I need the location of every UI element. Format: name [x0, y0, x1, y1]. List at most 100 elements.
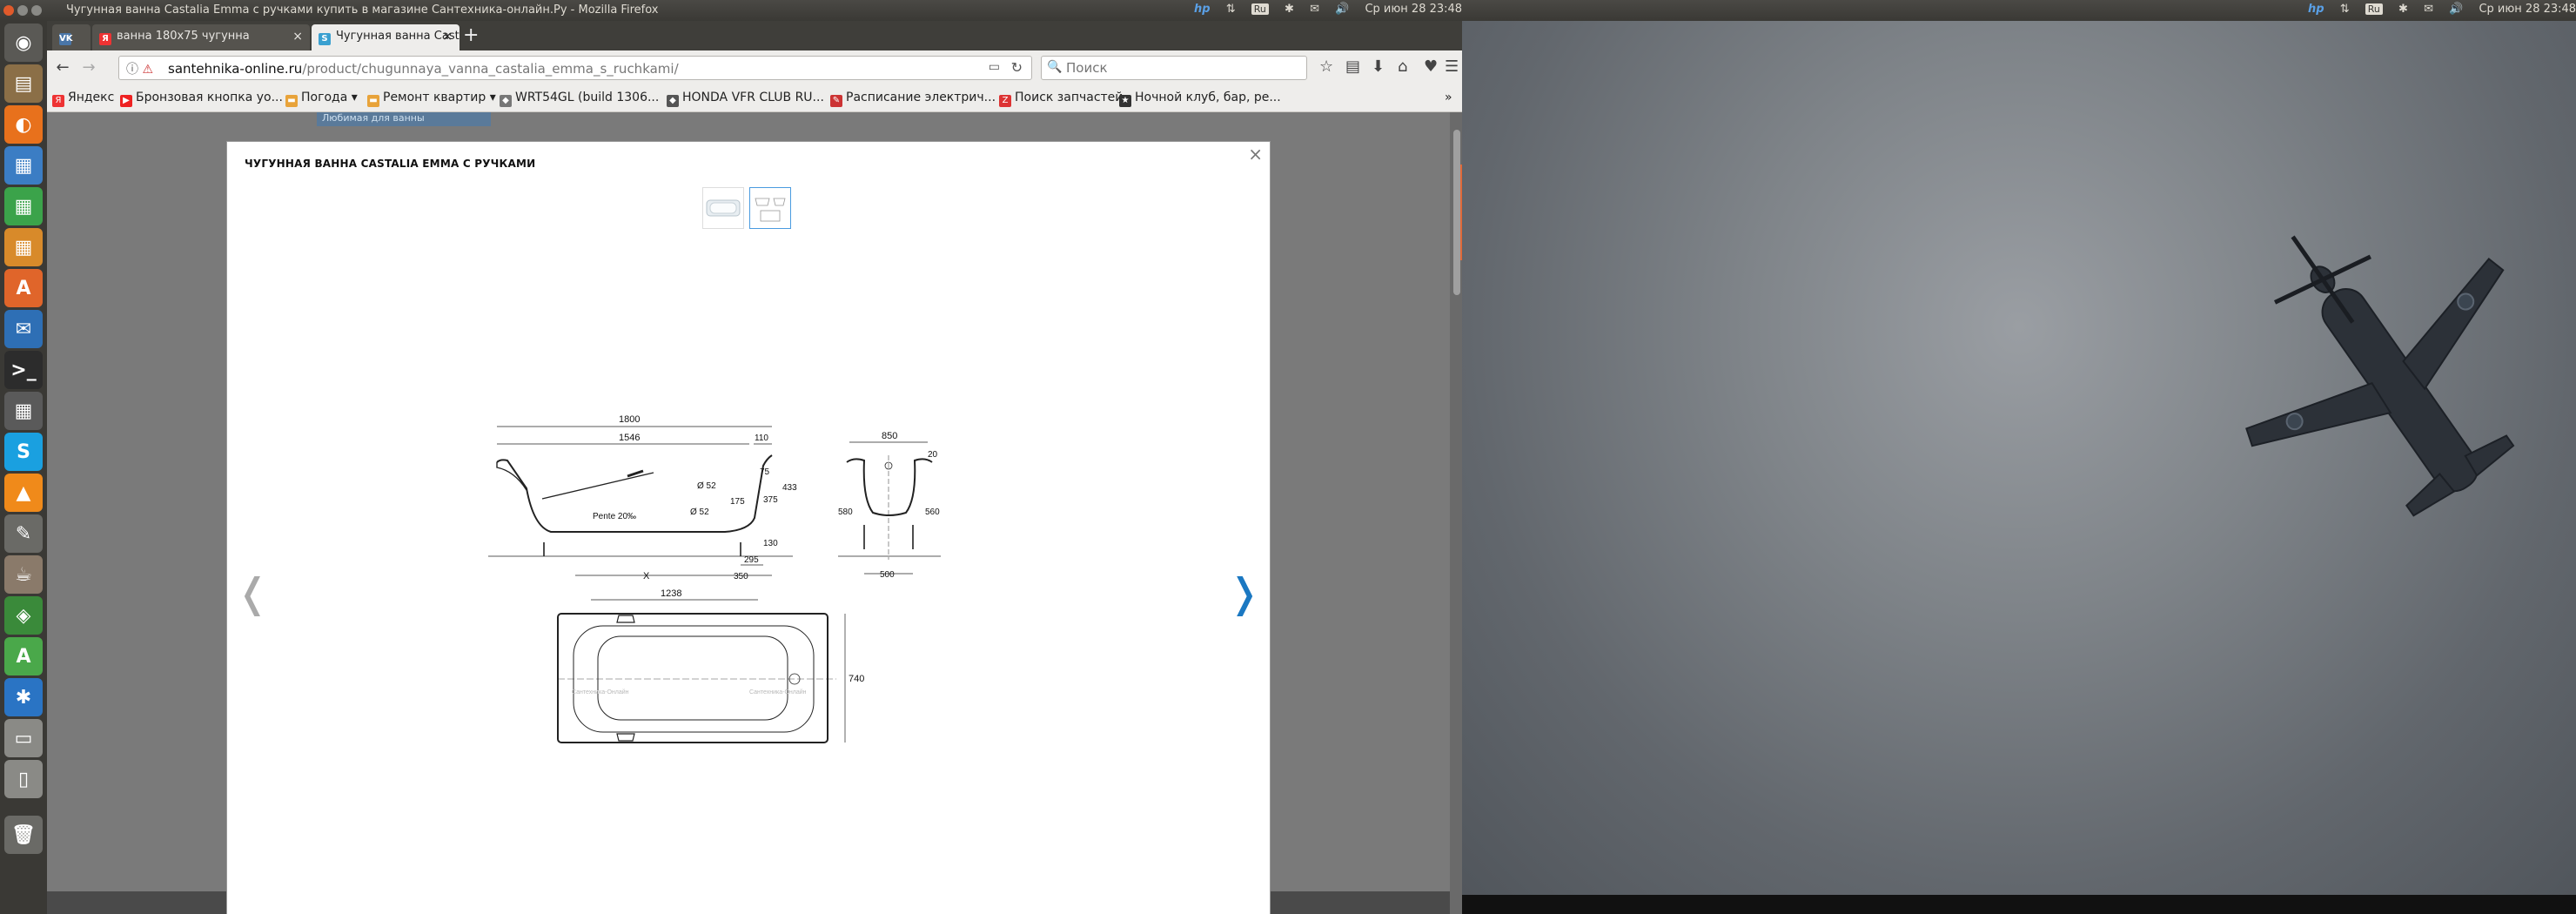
- pocket-icon[interactable]: ♥: [1424, 57, 1438, 76]
- site-info-icon[interactable]: ⓘ ⚠: [126, 60, 153, 77]
- bookmark-honda-vfr[interactable]: ◆ HONDA VFR CLUB RU...: [667, 91, 824, 107]
- volume-icon[interactable]: 🔊: [2449, 3, 2463, 16]
- bookmark-night-club[interactable]: ★ Ночной клуб, бар, ре...: [1119, 91, 1281, 107]
- clock[interactable]: Ср июн 28 23:48: [2479, 3, 2576, 16]
- terminal-icon[interactable]: >_: [4, 351, 43, 389]
- bookmarks-overflow-icon[interactable]: »: [1445, 91, 1452, 104]
- airplane-wallpaper-image: [2245, 235, 2515, 517]
- trash-icon[interactable]: 🗑: [4, 816, 43, 854]
- search-icon: 🔍: [1047, 60, 1063, 74]
- url-bar[interactable]: ⓘ ⚠ santehnika-online.ru/product/chugunn…: [118, 56, 1032, 80]
- tab-close-icon[interactable]: ×: [442, 30, 453, 44]
- dim-1546: 1546: [619, 433, 640, 443]
- vlc-icon[interactable]: ▲: [4, 474, 43, 512]
- keyboard-layout-indicator[interactable]: Ru: [1251, 3, 1269, 15]
- downloads-icon[interactable]: ⬇: [1372, 57, 1385, 76]
- fighter-plane: [2245, 235, 2515, 517]
- network-arrows-icon[interactable]: ⇅: [1226, 3, 1236, 16]
- firefox-icon[interactable]: ◐: [4, 105, 43, 144]
- bookmark-bronze-button[interactable]: ▶ Бронзовая кнопка уо...: [120, 91, 283, 107]
- bookmark-train-schedule[interactable]: ✎ Расписание электрич...: [830, 91, 996, 107]
- router-icon: ◆: [500, 95, 512, 107]
- green-app-icon[interactable]: ◈: [4, 596, 43, 635]
- dim-x: X: [643, 571, 650, 581]
- bookmark-yandex[interactable]: Я Яндекс: [52, 91, 114, 107]
- club-icon: ★: [1119, 95, 1131, 107]
- thunderbird-icon[interactable]: ✉: [4, 310, 43, 348]
- search-bar[interactable]: 🔍: [1041, 56, 1307, 80]
- skype-icon[interactable]: S: [4, 433, 43, 471]
- dim-500: 500: [880, 570, 895, 580]
- menu-icon[interactable]: ☰: [1445, 57, 1459, 76]
- calc-icon[interactable]: ▦: [4, 187, 43, 225]
- mail-icon[interactable]: ✉: [1310, 3, 1319, 16]
- volume-icon[interactable]: 🔊: [1335, 3, 1349, 16]
- dash-icon[interactable]: ◉: [4, 24, 43, 62]
- firefox-window: VK Яванна 180х75 чугунна × S Чугунная ван…: [47, 21, 1462, 914]
- mail-icon[interactable]: ✉: [2424, 3, 2433, 16]
- dim-560: 560: [925, 507, 940, 517]
- url-text[interactable]: santehnika-online.ru/product/chugunnaya_…: [168, 61, 679, 77]
- tab-close-icon[interactable]: ×: [292, 30, 303, 44]
- bluetooth-icon[interactable]: ✱: [2398, 3, 2408, 16]
- clock[interactable]: Ср июн 28 23:48: [1365, 3, 1462, 16]
- modal-title: ЧУГУННАЯ ВАННА CASTALIA EMMA С РУЧКАМИ: [245, 158, 536, 170]
- desktop-wallpaper: [1462, 21, 2576, 895]
- search-input[interactable]: [1064, 59, 1303, 77]
- dim-phi52-a: Ø 52: [697, 481, 716, 491]
- hp-icon[interactable]: hp: [1194, 3, 1211, 16]
- tab-santehnika[interactable]: S Чугунная ванна Castal ×: [312, 24, 460, 50]
- hp-icon[interactable]: hp: [2308, 3, 2324, 16]
- technical-drawing: 1800 1546 110 Pente 20‰ Ø 52 Ø 52 75 433…: [488, 414, 941, 743]
- bookmark-folder-weather[interactable]: ▬ Погода ▾: [285, 91, 358, 107]
- home-icon[interactable]: ⌂: [1398, 57, 1407, 76]
- bookmark-star-icon[interactable]: ☆: [1319, 57, 1333, 76]
- close-icon[interactable]: ×: [1248, 144, 1263, 165]
- tab-vk[interactable]: VK: [52, 24, 91, 50]
- dim-20: 20: [928, 450, 938, 460]
- reader-view-icon[interactable]: ▭: [989, 60, 1000, 74]
- thumbnail-drawing[interactable]: [749, 187, 791, 229]
- bookmark-wrt54gl[interactable]: ◆ WRT54GL (build 1306...: [500, 91, 659, 107]
- window-maximize-button[interactable]: [31, 5, 42, 16]
- draw-icon[interactable]: A: [4, 637, 43, 675]
- reload-icon[interactable]: ↻: [1011, 59, 1023, 76]
- keyboard-layout-indicator[interactable]: Ru: [2365, 3, 2383, 15]
- motorcycle-icon: ◆: [667, 95, 679, 107]
- bookmark-folder-renovation[interactable]: ▬ Ремонт квартир ▾: [367, 91, 496, 107]
- back-button[interactable]: ←: [50, 56, 75, 80]
- window-close-button[interactable]: [3, 5, 14, 16]
- library-icon[interactable]: ▤: [1345, 57, 1360, 76]
- network-arrows-icon[interactable]: ⇅: [2340, 3, 2350, 16]
- next-image-button[interactable]: ❭: [1227, 573, 1261, 613]
- thumbnail-photo[interactable]: [702, 187, 744, 229]
- window-minimize-button[interactable]: [17, 5, 28, 16]
- dim-375: 375: [763, 495, 778, 505]
- tab-yandex-search[interactable]: Яванна 180х75 чугунна ×: [92, 24, 310, 50]
- software-center-icon[interactable]: A: [4, 269, 43, 307]
- new-tab-button[interactable]: +: [463, 26, 479, 45]
- java-icon[interactable]: ☕: [4, 555, 43, 594]
- impress-icon[interactable]: ▦: [4, 228, 43, 266]
- background-page-strip: Любимая для ванны: [317, 112, 491, 126]
- files-icon[interactable]: ▤: [4, 64, 43, 103]
- writer-icon[interactable]: ▦: [4, 146, 43, 185]
- usb-icon[interactable]: ▯: [4, 760, 43, 798]
- text-editor-icon[interactable]: ✎: [4, 514, 43, 553]
- dim-phi52-b: Ø 52: [690, 507, 709, 517]
- scrollbar[interactable]: [1450, 112, 1462, 914]
- forward-button[interactable]: →: [77, 56, 101, 80]
- dim-110: 110: [755, 433, 768, 443]
- bluetooth-icon[interactable]: ✱: [1285, 3, 1294, 16]
- indicator-area-right: hp ⇅ Ru ✱ ✉ 🔊 Ср июн 28 23:48 ⚙: [2296, 3, 2576, 16]
- calculator-icon[interactable]: ▦: [4, 392, 43, 430]
- bookmark-parts-search[interactable]: Z Поиск запчастей: [999, 91, 1123, 107]
- previous-image-button[interactable]: ❬: [236, 573, 270, 613]
- bathtub-photo-thumbnail: [706, 199, 741, 217]
- indicator-area: hp ⇅ Ru ✱ ✉ 🔊 Ср июн 28 23:48 ⚙: [1182, 3, 1462, 16]
- youtube-icon: ▶: [120, 95, 132, 107]
- yandex-favicon-icon: Я: [99, 33, 111, 45]
- scrollbar-thumb[interactable]: [1453, 130, 1460, 295]
- drive-icon[interactable]: ▭: [4, 719, 43, 757]
- bluetooth-app-icon[interactable]: ✱: [4, 678, 43, 716]
